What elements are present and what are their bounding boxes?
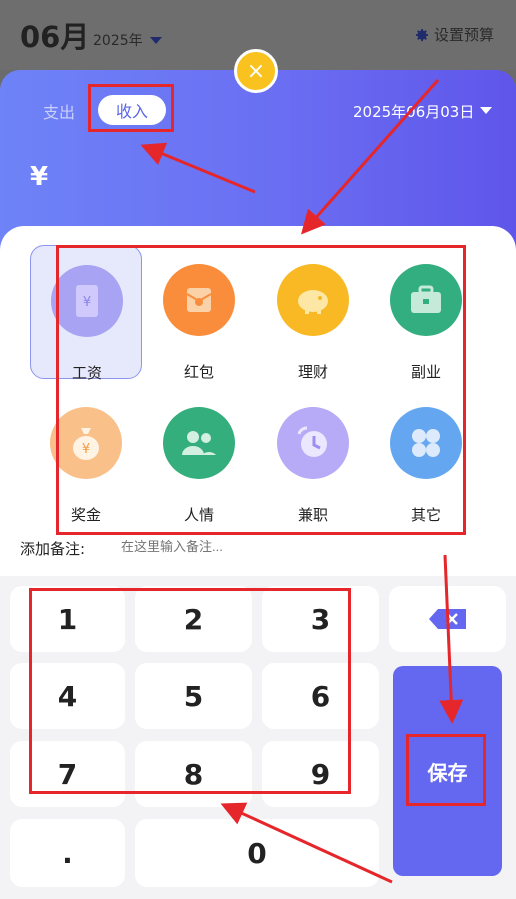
chevron-down-icon[interactable] xyxy=(480,107,492,114)
highlight-save-button xyxy=(406,734,486,806)
note-label: 添加备注: xyxy=(20,540,86,558)
key-0[interactable]: 0 xyxy=(135,819,379,887)
chevron-down-icon[interactable] xyxy=(150,37,162,44)
set-budget-label: 设置预算 xyxy=(433,26,494,44)
note-input[interactable] xyxy=(121,539,297,554)
backspace-button[interactable] xyxy=(389,586,506,652)
close-button[interactable]: × xyxy=(234,49,278,93)
backspace-icon xyxy=(428,609,466,629)
date-selector[interactable]: 2025年06月03日 xyxy=(353,101,474,122)
tab-expense[interactable]: 支出 xyxy=(43,99,75,123)
amount-display: ¥ xyxy=(30,162,49,192)
key-dot[interactable]: . xyxy=(10,819,125,887)
month-title: 06月 xyxy=(20,20,90,54)
year-selector[interactable]: 2025年 xyxy=(93,30,143,50)
set-budget-button[interactable]: 设置预算 xyxy=(414,24,494,45)
highlight-number-keys xyxy=(29,588,351,794)
gear-icon xyxy=(415,28,428,41)
highlight-income-tab xyxy=(88,84,174,132)
highlight-category-grid xyxy=(56,245,466,535)
